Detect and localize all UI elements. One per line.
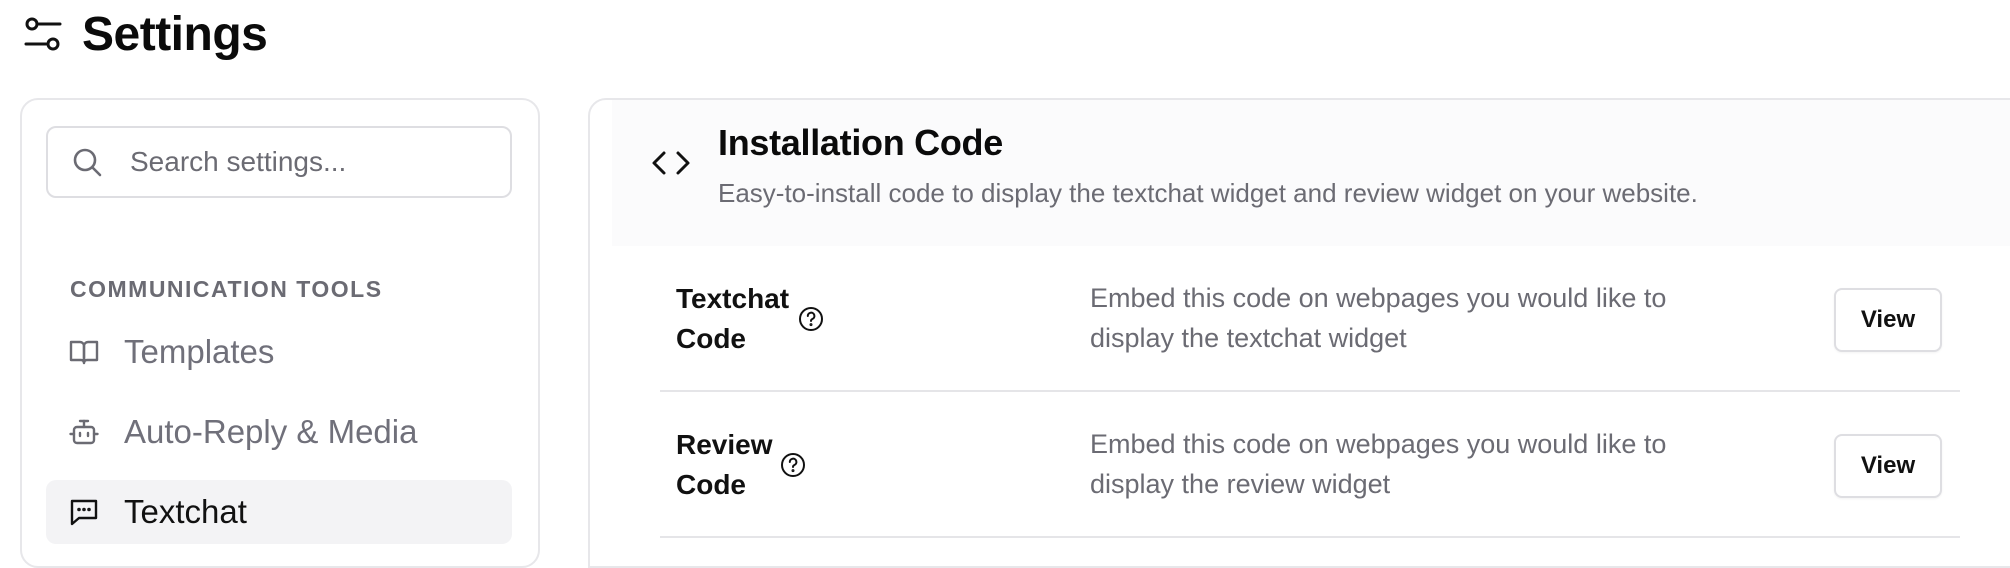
book-open-icon [69,340,99,365]
row-description-line: Embed this code on webpages you would li… [1090,283,1667,313]
installation-code-panel: Installation Code Easy-to-install code t… [588,98,2010,568]
section-header: Installation Code Easy-to-install code t… [612,100,2010,246]
help-circle-icon[interactable] [780,452,806,478]
search-box[interactable] [46,126,512,198]
section-description: Easy-to-install code to display the text… [718,178,1698,208]
message-square-icon [70,499,98,526]
sidebar-item-auto-reply-media[interactable]: Auto-Reply & Media [46,400,512,464]
sliders-icon [24,17,62,51]
row-title: Review Code [676,392,773,538]
view-textchat-code-button[interactable]: View [1834,288,1942,352]
section-title: Installation Code [718,122,1003,163]
view-review-code-button[interactable]: View [1834,434,1942,498]
search-icon [73,148,102,177]
help-circle-icon[interactable] [798,306,824,332]
row-title-line: Code [676,469,746,500]
settings-sidebar: COMMUNICATION TOOLS Templates Auto-Reply… [20,98,540,568]
row-title: Textchat Code [676,246,789,392]
row-description-line: display the textchat widget [1090,323,1407,353]
page-title: Settings [82,7,268,61]
bot-icon [69,419,99,445]
page-header: Settings [22,7,268,61]
row-title-line: Code [676,323,746,354]
row-title-line: Textchat [676,283,790,314]
table-row: Textchat Code Embed this code on webpage… [660,246,1960,392]
sidebar-item-templates[interactable]: Templates [46,320,512,384]
sidebar-item-label: Textchat [124,493,247,530]
row-title-line: Review [676,429,773,460]
code-icon [652,151,690,175]
table-row: Review Code Embed this code on webpages … [660,392,1960,538]
search-input[interactable] [130,146,490,178]
row-description: Embed this code on webpages you would li… [1090,278,1750,358]
sidebar-item-label: Auto-Reply & Media [124,413,418,450]
row-description-line: Embed this code on webpages you would li… [1090,429,1667,459]
sidebar-item-textchat[interactable]: Textchat [46,480,512,544]
row-description-line: display the review widget [1090,469,1391,499]
row-description: Embed this code on webpages you would li… [1090,424,1750,504]
section-label-communication-tools: COMMUNICATION TOOLS [70,276,383,302]
sidebar-item-label: Templates [124,333,275,370]
